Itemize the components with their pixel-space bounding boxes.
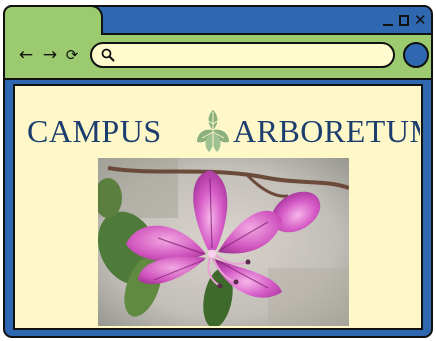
reload-button[interactable]: ⟳ xyxy=(64,44,80,66)
address-bar[interactable] xyxy=(90,42,395,68)
page-viewport: Campus Arboretum xyxy=(13,84,423,330)
maximize-icon[interactable] xyxy=(398,13,410,27)
svg-text:Arboretum: Arboretum xyxy=(233,113,420,149)
close-icon[interactable]: ✕ xyxy=(414,13,427,28)
leaf-emblem-icon xyxy=(197,110,229,154)
logo-word-arboretum: Arboretum xyxy=(233,113,420,149)
address-input[interactable] xyxy=(118,46,383,64)
profile-button[interactable] xyxy=(403,42,429,68)
browser-tab[interactable] xyxy=(3,5,103,35)
svg-text:Campus: Campus xyxy=(27,113,162,149)
campus-arboretum-logo[interactable]: Campus Arboretum xyxy=(15,104,420,154)
back-button[interactable]: ← xyxy=(17,44,35,66)
browser-toolbar: ← → ⟳ xyxy=(5,33,431,80)
logo-word-campus: Campus xyxy=(27,113,162,149)
forward-button[interactable]: → xyxy=(41,44,59,66)
minimize-icon[interactable] xyxy=(382,13,394,27)
flower-photo xyxy=(98,158,349,326)
search-icon xyxy=(101,48,115,62)
window-controls: ✕ xyxy=(382,9,427,31)
